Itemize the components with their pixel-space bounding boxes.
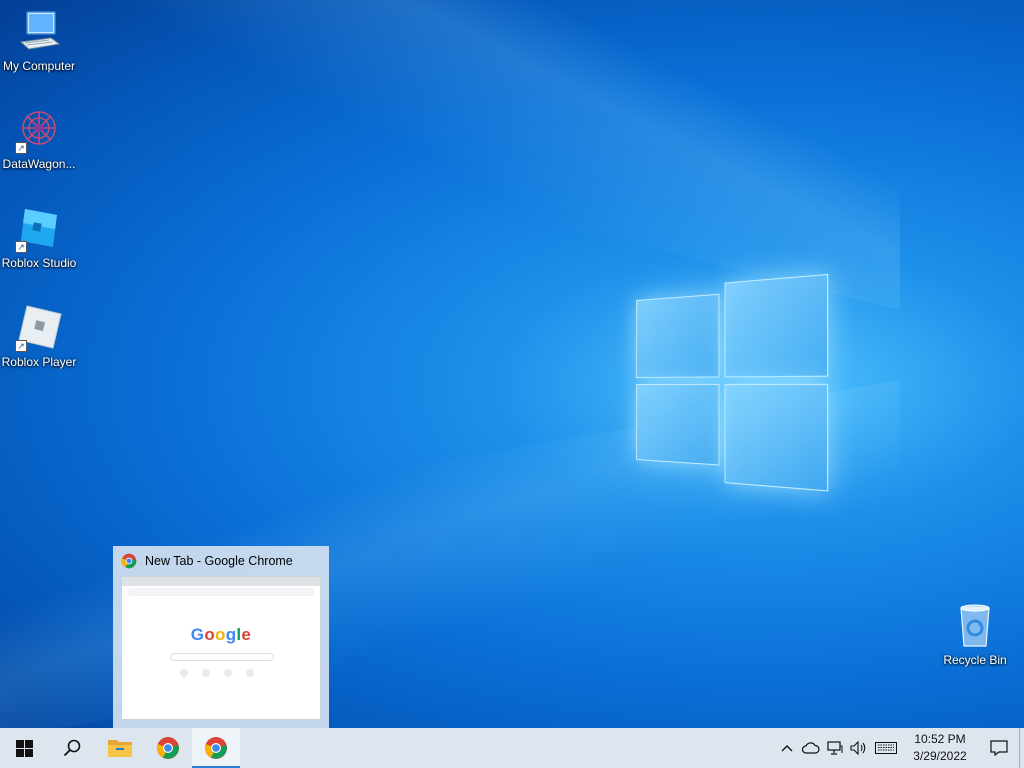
- recycle-bin-icon: [951, 602, 999, 650]
- shortcut-arrow-icon: ↗: [15, 340, 27, 352]
- shortcut-arrow-icon: ↗: [15, 142, 27, 154]
- network-icon: [827, 741, 843, 755]
- thumb-search-box: [170, 653, 274, 661]
- chrome-icon: [121, 553, 137, 569]
- chevron-up-icon: [781, 744, 793, 752]
- show-desktop-button[interactable]: [1019, 728, 1024, 768]
- preview-title: New Tab - Google Chrome: [145, 554, 293, 568]
- preview-header: New Tab - Google Chrome: [113, 546, 329, 576]
- thumb-shortcut-tiles: [180, 669, 254, 677]
- light-beam: [0, 0, 900, 310]
- desktop-icon-recycle-bin[interactable]: Recycle Bin: [936, 602, 1014, 667]
- search-button[interactable]: [48, 728, 96, 768]
- desktop-icon-label: Recycle Bin: [936, 653, 1014, 667]
- thumb-address-bar: [128, 588, 314, 596]
- clock-date: 3/29/2022: [907, 748, 973, 765]
- chrome-active-icon: [204, 736, 228, 760]
- touch-keyboard-button[interactable]: [871, 728, 901, 768]
- file-explorer-button[interactable]: [96, 728, 144, 768]
- cloud-icon: [802, 742, 820, 754]
- chrome-icon: [156, 736, 180, 760]
- desktop-icon-label: My Computer: [0, 59, 78, 73]
- thumb-tabbar: [122, 577, 320, 586]
- clock[interactable]: 10:52 PM 3/29/2022: [907, 731, 973, 765]
- search-icon: [63, 739, 81, 757]
- desktop-icon-roblox-player[interactable]: ↗ Roblox Player: [0, 304, 78, 369]
- file-explorer-icon: [108, 738, 132, 758]
- keyboard-icon: [875, 742, 897, 754]
- desktop-icon-roblox-studio[interactable]: ↗ Roblox Studio: [0, 205, 78, 270]
- onedrive-button[interactable]: [799, 728, 823, 768]
- network-button[interactable]: [823, 728, 847, 768]
- show-hidden-icons-button[interactable]: [775, 728, 799, 768]
- start-button[interactable]: [0, 728, 48, 768]
- clock-time: 10:52 PM: [907, 731, 973, 748]
- notification-icon: [990, 740, 1008, 756]
- desktop-icon-my-computer[interactable]: My Computer: [0, 8, 78, 73]
- preview-thumbnail[interactable]: Google: [121, 576, 321, 720]
- datawagon-icon: ↗: [15, 106, 63, 154]
- taskbar-thumbnail-preview[interactable]: New Tab - Google Chrome Google: [113, 546, 329, 728]
- google-logo: Google: [122, 625, 320, 645]
- taskbar: 10:52 PM 3/29/2022: [0, 728, 1024, 768]
- roblox-studio-icon: ↗: [15, 205, 63, 253]
- desktop-icon-label: Roblox Studio: [0, 256, 78, 270]
- shortcut-arrow-icon: ↗: [15, 241, 27, 253]
- desktop-icon-label: DataWagon...: [0, 157, 78, 171]
- action-center-button[interactable]: [979, 728, 1019, 768]
- desktop-icon-datawagon[interactable]: ↗ DataWagon...: [0, 106, 78, 171]
- windows-wallpaper-logo: [636, 274, 828, 496]
- speaker-icon: [850, 741, 868, 755]
- roblox-player-icon: ↗: [15, 304, 63, 352]
- desktop-icon-label: Roblox Player: [0, 355, 78, 369]
- chrome-running-taskbar-button[interactable]: [192, 728, 240, 768]
- system-tray: 10:52 PM 3/29/2022: [775, 728, 1024, 768]
- chrome-taskbar-button[interactable]: [144, 728, 192, 768]
- computer-icon: [15, 8, 63, 56]
- start-icon: [16, 740, 33, 757]
- volume-button[interactable]: [847, 728, 871, 768]
